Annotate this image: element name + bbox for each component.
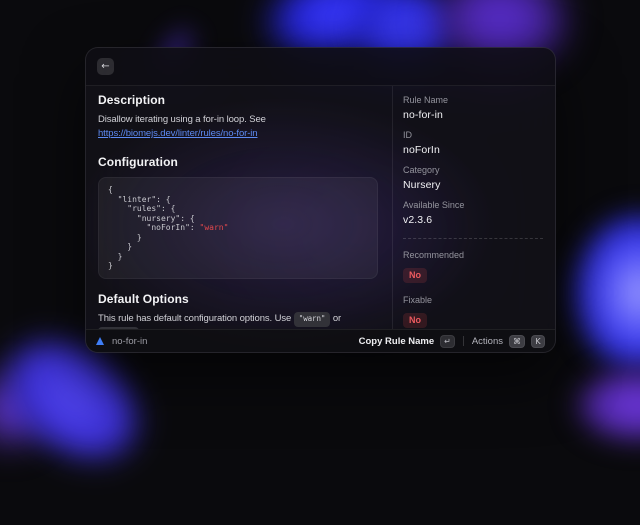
description-text-before-link: Disallow iterating using a for-in loop. … [98,114,266,125]
copy-rule-name-label: Copy Rule Name [358,335,435,347]
actions-button[interactable]: Actions ⌘ K [471,334,545,348]
footer-rule-name: no-for-in [112,335,148,347]
default-options-part1: This rule has default configuration opti… [98,312,294,324]
field-label: Available Since [403,200,465,210]
field-label: Category [403,165,440,175]
app-logo-triangle-icon [96,337,104,345]
field-label: Fixable [403,295,433,305]
actions-label: Actions [471,335,503,347]
rule-detail-window: ← Description Disallow iterating using a… [85,47,556,353]
recommended-badge: No [403,268,427,283]
sidebar-divider [403,238,543,239]
description-text: Disallow iterating using a for-in loop. … [98,113,378,141]
rule-docs-link[interactable]: https://biomejs.dev/linter/rules/no-for-… [98,128,258,139]
window-header: ← [86,48,555,86]
footer-separator [462,336,464,346]
warn-code-chip: "warn" [293,311,331,327]
background-blob [548,185,640,400]
k-keycap-icon: K [531,334,545,348]
field-value: v2.3.6 [403,214,433,226]
configuration-heading: Configuration [98,155,178,169]
field-value: noForIn [403,144,440,156]
field-label: Recommended [403,250,465,260]
back-button[interactable]: ← [97,58,114,75]
field-label: Rule Name [403,95,449,105]
back-arrow-icon: ← [101,60,110,72]
code-block: { "linter": { "rules": { "nursery": { "n… [98,177,378,279]
field-fixable: Fixable No [403,295,543,328]
default-options-text: This rule has default configuration opti… [98,311,378,329]
description-heading: Description [98,93,166,107]
default-options-heading: Default Options [98,291,189,306]
command-keycap-icon: ⌘ [509,334,525,348]
fixable-badge: No [403,313,427,328]
field-value: no-for-in [403,109,443,121]
field-category: Category Nursery [403,165,543,191]
background-blob [0,345,75,475]
footer-bar: no-for-in Copy Rule Name ↵ Actions ⌘ K [86,329,555,352]
field-rule-name: Rule Name no-for-in [403,95,543,121]
main-content: Description Disallow iterating using a f… [86,86,392,329]
field-value: Nursery [403,179,441,191]
default-options-part2: or [330,312,342,324]
rule-meta-sidebar: Rule Name no-for-in ID noForIn Category … [392,86,555,329]
background-blob [555,355,640,455]
field-id: ID noForIn [403,130,543,156]
field-recommended: Recommended No [403,250,543,283]
enter-keycap-icon: ↵ [440,334,455,348]
field-label: ID [403,130,412,140]
copy-rule-name-button[interactable]: Copy Rule Name ↵ [358,334,455,348]
field-available-since: Available Since v2.3.6 [403,200,543,226]
